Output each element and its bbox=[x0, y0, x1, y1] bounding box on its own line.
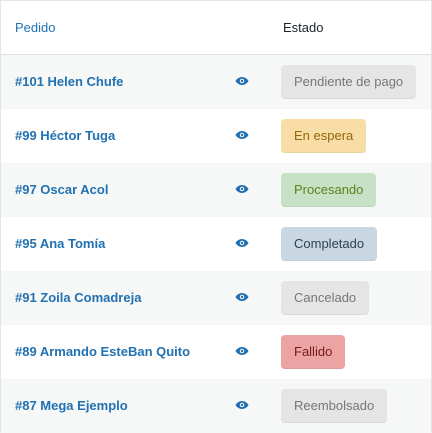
orders-table: Pedido Estado #101 Helen Chufe Pendiente… bbox=[1, 1, 431, 433]
order-link[interactable]: #89 Armando EsteBan Quito bbox=[15, 344, 190, 359]
table-row: #99 Héctor Tuga En espera bbox=[1, 108, 431, 163]
table-row: #101 Helen Chufe Pendiente de pago bbox=[1, 54, 431, 109]
table-header-row: Pedido Estado bbox=[1, 1, 431, 55]
status-badge: Procesando bbox=[281, 172, 377, 207]
eye-icon[interactable] bbox=[235, 343, 249, 355]
order-link[interactable]: #101 Helen Chufe bbox=[15, 74, 123, 89]
eye-icon[interactable] bbox=[235, 289, 249, 301]
table-row: #89 Armando EsteBan Quito Fallido bbox=[1, 324, 431, 379]
order-link[interactable]: #87 Mega Ejemplo bbox=[15, 398, 128, 413]
column-header-status: Estado bbox=[279, 1, 431, 55]
order-link[interactable]: #91 Zoila Comadreja bbox=[15, 290, 141, 305]
status-badge: En espera bbox=[281, 118, 367, 153]
eye-icon[interactable] bbox=[235, 397, 249, 409]
order-link[interactable]: #95 Ana Tomía bbox=[15, 236, 105, 251]
column-header-order[interactable]: Pedido bbox=[1, 1, 223, 55]
eye-icon[interactable] bbox=[235, 73, 249, 85]
order-link[interactable]: #99 Héctor Tuga bbox=[15, 128, 115, 143]
status-badge: Reembolsado bbox=[281, 388, 388, 423]
table-row: #97 Oscar Acol Procesando bbox=[1, 162, 431, 217]
column-header-spacer bbox=[223, 1, 279, 55]
status-badge: Cancelado bbox=[281, 280, 370, 315]
order-link[interactable]: #97 Oscar Acol bbox=[15, 182, 108, 197]
table-row: #87 Mega Ejemplo Reembolsado bbox=[1, 378, 431, 433]
orders-panel: Pedido Estado #101 Helen Chufe Pendiente… bbox=[0, 0, 432, 433]
status-badge: Pendiente de pago bbox=[281, 64, 417, 99]
table-row: #91 Zoila Comadreja Cancelado bbox=[1, 270, 431, 325]
eye-icon[interactable] bbox=[235, 127, 249, 139]
eye-icon[interactable] bbox=[235, 235, 249, 247]
status-badge: Completado bbox=[281, 226, 378, 261]
table-row: #95 Ana Tomía Completado bbox=[1, 216, 431, 271]
status-badge: Fallido bbox=[281, 334, 346, 369]
eye-icon[interactable] bbox=[235, 181, 249, 193]
